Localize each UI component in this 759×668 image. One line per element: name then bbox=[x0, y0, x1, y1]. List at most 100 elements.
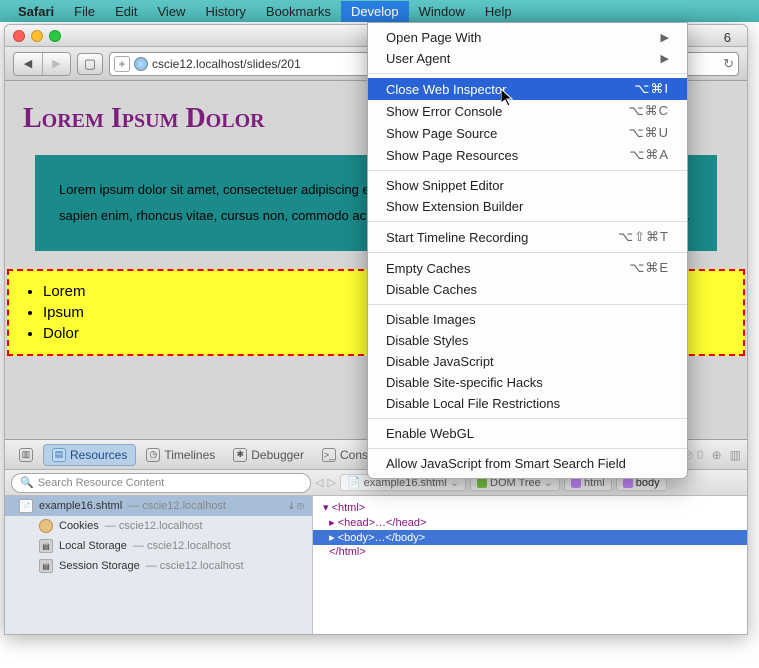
menu-item[interactable]: Disable Site-specific Hacks bbox=[368, 372, 687, 393]
resource-name: Session Storage bbox=[59, 560, 140, 572]
menubar-help[interactable]: Help bbox=[475, 1, 522, 22]
menu-separator bbox=[368, 418, 687, 419]
menubar-edit[interactable]: Edit bbox=[105, 1, 147, 22]
site-icon bbox=[134, 57, 148, 71]
menu-item-label: Show Extension Builder bbox=[386, 199, 669, 214]
window-zoom-button[interactable] bbox=[49, 30, 61, 42]
menu-shortcut: ⌥⌘A bbox=[629, 147, 669, 163]
menubar-file[interactable]: File bbox=[64, 1, 105, 22]
back-button[interactable]: ◀ bbox=[14, 53, 42, 75]
menu-item[interactable]: Disable Caches bbox=[368, 279, 687, 300]
tab-resources[interactable]: ▤Resources bbox=[43, 444, 136, 466]
menu-shortcut: ⌥⌘E bbox=[629, 260, 669, 276]
resource-name: Local Storage bbox=[59, 540, 127, 552]
resource-row[interactable]: ▤ Session Storage — cscie12.localhost bbox=[5, 556, 312, 576]
develop-menu: Open Page With▶User Agent▶Close Web Insp… bbox=[367, 22, 688, 479]
menu-item-label: Disable Styles bbox=[386, 333, 669, 348]
dom-node[interactable]: ▸ <head>…</head> bbox=[313, 515, 747, 530]
menu-item[interactable]: Start Timeline Recording⌥⇧⌘T bbox=[368, 226, 687, 248]
storage-icon: ▤ bbox=[39, 539, 53, 553]
dom-node[interactable]: ▾ <html> bbox=[313, 500, 747, 515]
resource-host: — cscie12.localhost bbox=[105, 520, 203, 532]
cookie-icon bbox=[39, 519, 53, 533]
resource-row[interactable]: ▤ Local Storage — cscie12.localhost bbox=[5, 536, 312, 556]
storage-icon: ▤ bbox=[39, 559, 53, 573]
crumb-fwd-icon[interactable]: ▷ bbox=[327, 476, 335, 489]
resources-sidebar: 📄 example16.shtml — cscie12.localhost ⤓ … bbox=[5, 496, 313, 634]
menu-item[interactable]: User Agent▶ bbox=[368, 48, 687, 69]
tab-debugger[interactable]: ✱Debugger bbox=[225, 445, 312, 465]
menu-item[interactable]: Disable Images bbox=[368, 309, 687, 330]
menubar-app[interactable]: Safari bbox=[8, 1, 64, 22]
menu-item[interactable]: Show Error Console⌥⌘C bbox=[368, 100, 687, 122]
forward-button[interactable]: ▶ bbox=[42, 53, 70, 75]
menu-item[interactable]: Open Page With▶ bbox=[368, 27, 687, 48]
dom-node[interactable]: </html> bbox=[313, 545, 747, 559]
crumb-back-icon[interactable]: ◁ bbox=[315, 476, 323, 489]
menu-item[interactable]: Allow JavaScript from Smart Search Field bbox=[368, 453, 687, 474]
menu-separator bbox=[368, 170, 687, 171]
dom-node-selected[interactable]: ▸ <body>…</body> bbox=[313, 530, 747, 545]
menu-item-label: Disable Site-specific Hacks bbox=[386, 375, 669, 390]
menubar-bookmarks[interactable]: Bookmarks bbox=[256, 1, 341, 22]
bookmarks-button[interactable]: ▢ bbox=[77, 53, 103, 75]
window-close-button[interactable] bbox=[13, 30, 25, 42]
menu-item[interactable]: Empty Caches⌥⌘E bbox=[368, 257, 687, 279]
resource-name: example16.shtml bbox=[39, 500, 122, 512]
system-menubar: Safari File Edit View History Bookmarks … bbox=[0, 0, 759, 22]
resource-row[interactable]: 📄 example16.shtml — cscie12.localhost ⤓ … bbox=[5, 496, 312, 516]
nav-group: ◀ ▶ bbox=[13, 52, 71, 76]
tab-timelines[interactable]: ◷Timelines bbox=[138, 445, 223, 465]
menu-item-label: Open Page With bbox=[386, 30, 661, 45]
menubar-history[interactable]: History bbox=[195, 1, 255, 22]
submenu-arrow-icon: ▶ bbox=[661, 31, 669, 44]
search-icon: 🔍 bbox=[20, 476, 34, 489]
search-placeholder: Search Resource Content bbox=[38, 477, 165, 489]
menu-item[interactable]: Close Web Inspector⌥⌘I bbox=[368, 78, 687, 100]
menu-item-label: Show Page Source bbox=[386, 126, 629, 141]
search-input[interactable]: 🔍 Search Resource Content bbox=[11, 473, 311, 493]
window-minimize-button[interactable] bbox=[31, 30, 43, 42]
element-picker-icon[interactable]: ⊕ bbox=[712, 448, 722, 462]
menu-separator bbox=[368, 252, 687, 253]
menubar-develop[interactable]: Develop bbox=[341, 1, 409, 22]
menu-item-label: Disable Local File Restrictions bbox=[386, 396, 669, 411]
resource-host: — cscie12.localhost bbox=[133, 540, 231, 552]
menu-item-label: Show Page Resources bbox=[386, 148, 629, 163]
right-sidebar-toggle[interactable]: ▥ bbox=[730, 448, 741, 462]
menu-item[interactable]: Disable Local File Restrictions bbox=[368, 393, 687, 414]
resource-name: Cookies bbox=[59, 520, 99, 532]
menu-item-label: Show Snippet Editor bbox=[386, 178, 669, 193]
resource-row[interactable]: Cookies — cscie12.localhost bbox=[5, 516, 312, 536]
reload-icon[interactable]: ↻ bbox=[723, 56, 734, 72]
tab-count-badge: 6 bbox=[724, 30, 731, 45]
file-icon: 📄 bbox=[19, 499, 33, 513]
menu-item-label: Close Web Inspector bbox=[386, 82, 634, 97]
menu-item-label: Allow JavaScript from Smart Search Field bbox=[386, 456, 669, 471]
menu-shortcut: ⌥⇧⌘T bbox=[618, 229, 669, 245]
menu-item[interactable]: Enable WebGL bbox=[368, 423, 687, 444]
menu-item[interactable]: Show Page Source⌥⌘U bbox=[368, 122, 687, 144]
dom-tree[interactable]: ▾ <html> ▸ <head>…</head> ▸ <body>…</bod… bbox=[313, 496, 747, 634]
menu-item-label: Disable JavaScript bbox=[386, 354, 669, 369]
submenu-arrow-icon: ▶ bbox=[661, 52, 669, 65]
add-bookmark-icon[interactable]: + bbox=[114, 56, 130, 72]
url-text: cscie12.localhost/slides/201 bbox=[152, 57, 301, 71]
menu-item[interactable]: Show Page Resources⌥⌘A bbox=[368, 144, 687, 166]
menubar-view[interactable]: View bbox=[148, 1, 196, 22]
menu-shortcut: ⌥⌘I bbox=[634, 81, 669, 97]
inspector-sidebar-toggle[interactable]: ▥ bbox=[11, 445, 41, 465]
menu-item[interactable]: Disable JavaScript bbox=[368, 351, 687, 372]
menubar-window[interactable]: Window bbox=[409, 1, 475, 22]
menu-shortcut: ⌥⌘C bbox=[629, 103, 669, 119]
menu-separator bbox=[368, 73, 687, 74]
menu-item[interactable]: Show Extension Builder bbox=[368, 196, 687, 217]
menu-item-label: Empty Caches bbox=[386, 261, 629, 276]
menu-separator bbox=[368, 221, 687, 222]
menu-item[interactable]: Show Snippet Editor bbox=[368, 175, 687, 196]
menu-item[interactable]: Disable Styles bbox=[368, 330, 687, 351]
menu-item-label: Start Timeline Recording bbox=[386, 230, 618, 245]
resource-actions[interactable]: ⤓ ⊚ bbox=[289, 500, 304, 513]
menu-item-label: Disable Caches bbox=[386, 282, 669, 297]
menu-shortcut: ⌥⌘U bbox=[629, 125, 669, 141]
